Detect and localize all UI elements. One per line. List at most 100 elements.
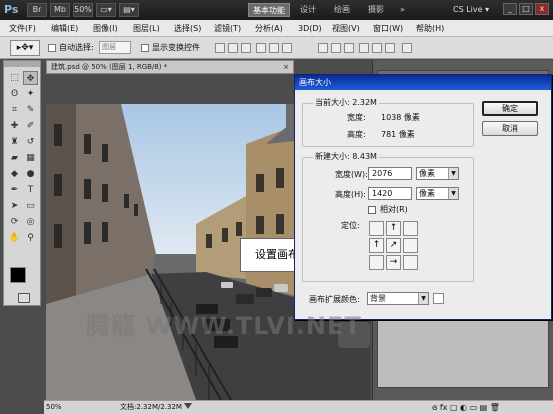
new-height-unit-select[interactable]: 像素 ▼ xyxy=(416,187,459,200)
app-title-bar: Ps Br Mb 50% ▭▾ ▤▾ 基本功能 设计 绘画 摄影 » CS Li… xyxy=(0,0,553,20)
anchor-top-center[interactable]: ↑ xyxy=(386,221,401,236)
anchor-bottom-center[interactable]: → xyxy=(386,255,401,270)
align-right-icon[interactable] xyxy=(282,43,292,53)
anchor-top-right[interactable] xyxy=(403,221,418,236)
distribute-left-icon[interactable] xyxy=(359,43,369,53)
3d-orbit-tool-icon[interactable]: ◎ xyxy=(23,215,38,229)
zoom-readout[interactable]: 50% xyxy=(46,401,62,413)
distribute-top-icon[interactable] xyxy=(318,43,328,53)
cs-live-button[interactable]: CS Live ▾ xyxy=(453,3,489,17)
shape-tool-icon[interactable]: ▭ xyxy=(23,199,38,213)
crop-tool-icon[interactable]: ⌗ xyxy=(7,103,22,117)
status-menu-arrow-icon[interactable] xyxy=(184,403,192,411)
eraser-tool-icon[interactable]: ▰ xyxy=(7,151,22,165)
new-size-label: 新建大小: 8.43M xyxy=(313,152,379,162)
marquee-tool-icon[interactable]: ⬚ xyxy=(7,71,22,85)
menu-view[interactable]: 视图(V) xyxy=(332,23,360,35)
lasso-tool-icon[interactable]: ʘ xyxy=(7,87,22,101)
menu-3d[interactable]: 3D(D) xyxy=(298,23,322,35)
menu-layer[interactable]: 图层(L) xyxy=(133,23,160,35)
blur-tool-icon[interactable]: ◆ xyxy=(7,167,22,181)
align-top-icon[interactable] xyxy=(215,43,225,53)
menu-analysis[interactable]: 分析(A) xyxy=(255,23,283,35)
maximize-icon[interactable]: □ xyxy=(519,3,533,15)
align-left-icon[interactable] xyxy=(256,43,266,53)
workspace-photography[interactable]: 摄影 xyxy=(368,3,384,17)
tools-panel: ⬚ ✥ ʘ ✦ ⌗ ✎ ✚ ✐ ♜ ↺ ▰ ▦ ◆ ● ✒ T ➤ ▭ ⟳ ◎ … xyxy=(3,60,41,306)
new-width-unit-value: 像素 xyxy=(419,169,435,178)
foreground-color-swatch[interactable] xyxy=(10,267,26,283)
auto-select-label: 自动选择: xyxy=(59,43,94,52)
type-tool-icon[interactable]: T xyxy=(23,183,38,197)
distribute-bottom-icon[interactable] xyxy=(344,43,354,53)
brush-tool-icon[interactable]: ✐ xyxy=(23,119,38,133)
pen-tool-icon[interactable]: ✒ xyxy=(7,183,22,197)
menu-select[interactable]: 选择(S) xyxy=(174,23,201,35)
move-tool-icon[interactable]: ✥ xyxy=(23,71,38,85)
align-bottom-icon[interactable] xyxy=(241,43,251,53)
zoom-tool-icon[interactable]: ⚲ xyxy=(23,231,38,245)
menu-filter[interactable]: 滤镜(T) xyxy=(214,23,241,35)
workspace-design[interactable]: 设计 xyxy=(300,3,316,17)
anchor-bottom-right[interactable] xyxy=(403,255,418,270)
mini-bridge-button[interactable]: Mb xyxy=(50,3,70,17)
document-tab[interactable]: 建筑.psd @ 50% (图层 1, RGB/8) * × xyxy=(46,60,294,74)
new-width-unit-select[interactable]: 像素 ▼ xyxy=(416,167,459,180)
bridge-button[interactable]: Br xyxy=(27,3,47,17)
close-icon[interactable]: x xyxy=(535,3,549,15)
anchor-top-left[interactable] xyxy=(369,221,384,236)
workspace-essentials[interactable]: 基本功能 xyxy=(248,3,290,17)
align-hcenter-icon[interactable] xyxy=(269,43,279,53)
distribute-right-icon[interactable] xyxy=(385,43,395,53)
new-height-input[interactable]: 1420 xyxy=(368,187,412,200)
document-tab-title: 建筑.psd @ 50% (图层 1, RGB/8) * xyxy=(51,63,168,71)
close-tab-icon[interactable]: × xyxy=(283,61,289,73)
hand-tool-icon[interactable]: ✋ xyxy=(7,231,22,245)
path-selection-tool-icon[interactable]: ➤ xyxy=(7,199,22,213)
dialog-title[interactable]: 画布大小 xyxy=(295,75,551,90)
distribute-vcenter-icon[interactable] xyxy=(331,43,341,53)
cancel-button[interactable]: 取消 xyxy=(482,121,538,136)
menu-image[interactable]: 图像(I) xyxy=(93,23,118,35)
healing-brush-tool-icon[interactable]: ✚ xyxy=(7,119,22,133)
dodge-tool-icon[interactable]: ● xyxy=(23,167,38,181)
menu-help[interactable]: 帮助(H) xyxy=(416,23,444,35)
show-transform-checkbox[interactable] xyxy=(141,44,149,52)
extension-color-swatch[interactable] xyxy=(433,293,444,304)
minimize-icon[interactable]: _ xyxy=(503,3,517,15)
zoom-level-button[interactable]: 50% xyxy=(73,3,93,17)
screen-mode-button[interactable]: ▭▾ xyxy=(96,3,116,17)
anchor-middle-right[interactable] xyxy=(403,238,418,253)
clone-stamp-tool-icon[interactable]: ♜ xyxy=(7,135,22,149)
3d-rotate-tool-icon[interactable]: ⟳ xyxy=(7,215,22,229)
menu-file[interactable]: 文件(F) xyxy=(9,23,36,35)
auto-align-icon[interactable] xyxy=(402,43,412,53)
extension-color-select[interactable]: 背景 ▼ xyxy=(367,292,429,305)
current-width-value: 1038 像素 xyxy=(381,113,420,122)
relative-checkbox[interactable] xyxy=(368,206,376,214)
history-brush-tool-icon[interactable]: ↺ xyxy=(23,135,38,149)
tools-panel-header[interactable] xyxy=(4,61,40,67)
gradient-tool-icon[interactable]: ▦ xyxy=(23,151,38,165)
new-width-input[interactable]: 2076 xyxy=(368,167,412,180)
anchor-middle-left[interactable]: ↑ xyxy=(369,238,384,253)
distribute-hcenter-icon[interactable] xyxy=(372,43,382,53)
menu-edit[interactable]: 编辑(E) xyxy=(51,23,78,35)
workspace-more[interactable]: » xyxy=(400,3,405,17)
anchor-grid: ↑ ↑ ↗ → xyxy=(369,221,420,272)
eyedropper-tool-icon[interactable]: ✎ xyxy=(23,103,38,117)
watermark-text: 腾龍 WWW.TLVI.NET xyxy=(86,312,362,340)
anchor-center[interactable]: ↗ xyxy=(386,238,401,253)
workspace-painting[interactable]: 绘画 xyxy=(334,3,350,17)
anchor-bottom-left[interactable] xyxy=(369,255,384,270)
current-size-group xyxy=(302,103,474,147)
arrange-documents-button[interactable]: ▤▾ xyxy=(119,3,139,17)
menu-window[interactable]: 窗口(W) xyxy=(373,23,403,35)
ok-button[interactable]: 确定 xyxy=(482,101,538,116)
auto-select-dropdown[interactable]: 图层 xyxy=(99,41,131,54)
align-vcenter-icon[interactable] xyxy=(228,43,238,53)
auto-select-checkbox[interactable] xyxy=(48,44,56,52)
move-tool-preset-icon[interactable]: ▸✥▾ xyxy=(10,40,40,56)
quick-mask-icon[interactable] xyxy=(18,293,30,303)
magic-wand-tool-icon[interactable]: ✦ xyxy=(23,87,38,101)
